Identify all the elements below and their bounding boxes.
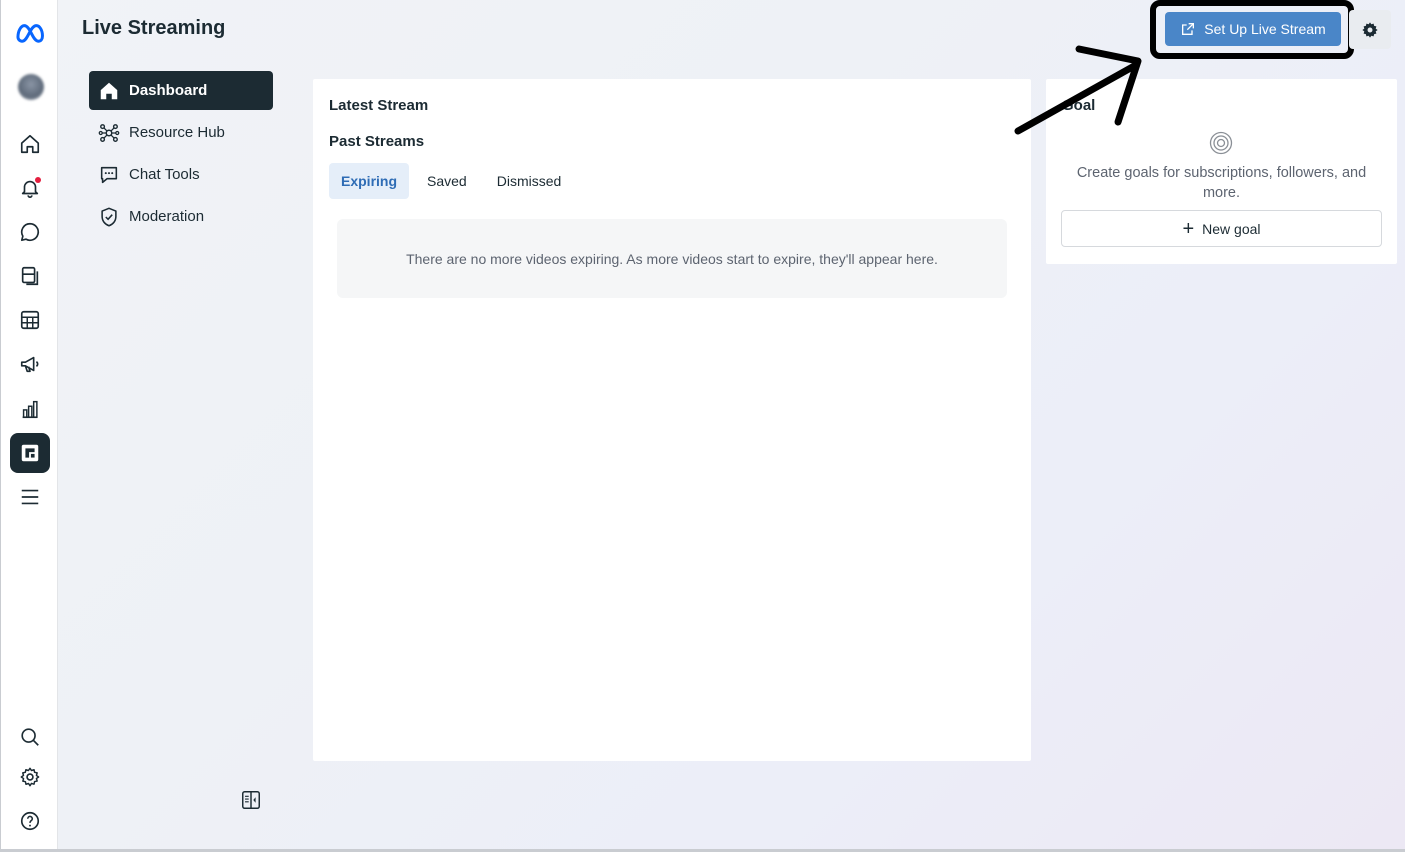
subnav-item-label: Dashboard <box>129 82 208 99</box>
home-filled-icon <box>100 82 118 99</box>
streams-card: Latest Stream Past Streams Expiring Save… <box>313 79 1031 761</box>
chat-bubble-icon[interactable] <box>10 212 50 252</box>
left-rail <box>0 0 58 852</box>
external-link-icon <box>1182 23 1195 35</box>
latest-stream-title: Latest Stream <box>329 97 429 114</box>
live-streaming-icon[interactable] <box>10 433 50 473</box>
new-goal-label: New goal <box>1202 220 1261 237</box>
content-icon[interactable] <box>10 256 50 296</box>
settings-button[interactable] <box>1349 10 1391 49</box>
notification-dot <box>35 177 41 183</box>
table-icon[interactable] <box>10 300 50 340</box>
tab-expiring[interactable]: Expiring <box>329 163 410 199</box>
gear-icon[interactable] <box>10 757 50 797</box>
page-title: Live Streaming <box>82 17 226 39</box>
help-icon[interactable] <box>10 801 50 841</box>
subnav-item-dashboard[interactable]: Dashboard <box>89 71 273 110</box>
menu-icon[interactable] <box>10 477 50 517</box>
network-icon <box>98 123 120 142</box>
gear-icon <box>1362 21 1378 38</box>
plus-icon: + <box>1182 217 1195 240</box>
sub-navigation: Dashboard Resource Hub Chat Tools Modera… <box>89 71 273 239</box>
tab-dismissed[interactable]: Dismissed <box>485 163 574 199</box>
subnav-item-label: Resource Hub <box>129 124 225 141</box>
set-up-live-stream-label: Set Up Live Stream <box>1204 21 1326 37</box>
home-icon[interactable] <box>10 124 50 164</box>
goal-description: Create goals for subscriptions, follower… <box>1076 165 1367 201</box>
empty-state-message: There are no more videos expiring. As mo… <box>337 219 1007 298</box>
past-streams-title: Past Streams <box>329 133 425 150</box>
meta-logo-icon[interactable] <box>10 12 50 52</box>
tab-saved[interactable]: Saved <box>415 163 479 199</box>
shield-check-icon <box>101 207 117 226</box>
avatar[interactable] <box>18 74 44 100</box>
new-goal-button[interactable]: + New goal <box>1061 210 1382 247</box>
subnav-item-resource-hub[interactable]: Resource Hub <box>89 113 273 152</box>
chat-dots-icon <box>100 166 118 183</box>
annotation-arrow <box>1014 45 1142 135</box>
subnav-item-label: Chat Tools <box>129 166 200 183</box>
subnav-item-label: Moderation <box>129 208 205 225</box>
past-streams-tabs: Expiring Saved Dismissed <box>329 163 573 199</box>
target-icon <box>1209 131 1233 155</box>
set-up-live-stream-button[interactable]: Set Up Live Stream <box>1165 12 1341 46</box>
insights-icon[interactable] <box>10 389 50 429</box>
subnav-item-chat-tools[interactable]: Chat Tools <box>89 155 273 194</box>
search-icon[interactable] <box>10 717 50 757</box>
megaphone-icon[interactable] <box>10 344 50 384</box>
subnav-item-moderation[interactable]: Moderation <box>89 197 273 236</box>
bell-icon[interactable] <box>10 168 50 208</box>
collapse-sidebar-icon[interactable] <box>240 789 262 811</box>
